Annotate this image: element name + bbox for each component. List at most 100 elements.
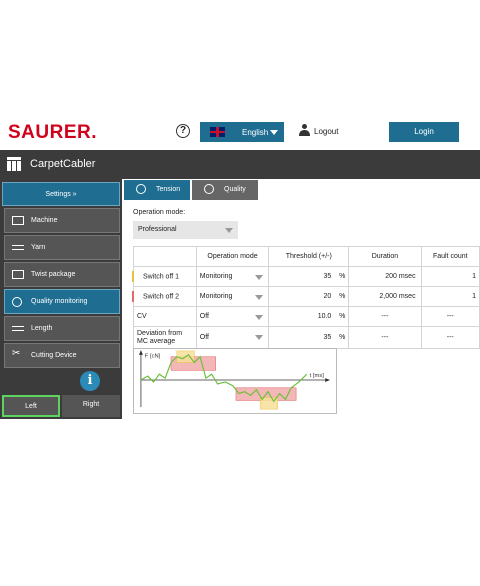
yarn-icon bbox=[12, 245, 24, 250]
yellow-marker-icon bbox=[132, 271, 134, 282]
duration-input[interactable]: --- bbox=[348, 306, 422, 327]
tab-quality[interactable]: Quality bbox=[192, 180, 258, 200]
login-button[interactable]: Login bbox=[389, 122, 459, 142]
duration-unit: msec bbox=[398, 293, 416, 300]
sidebar-item-label: Length bbox=[31, 325, 53, 332]
threshold-unit: % bbox=[339, 334, 346, 341]
fault-count-input[interactable]: 1 bbox=[420, 266, 480, 287]
sidebar-item-length[interactable]: Length bbox=[4, 316, 120, 341]
row-name: Switch off 2 bbox=[143, 293, 180, 301]
app-bar: CarpetCabler bbox=[0, 150, 480, 179]
duration-value: 200 bbox=[385, 273, 397, 280]
package-icon bbox=[12, 270, 24, 279]
operation-mode-value: Professional bbox=[138, 226, 177, 233]
sidebar-item-label: Cutting Device bbox=[31, 352, 77, 359]
sidebar-item-label: Quality monitoring bbox=[31, 298, 88, 305]
mode-select[interactable]: Off bbox=[195, 326, 270, 349]
user-icon[interactable] bbox=[299, 124, 310, 137]
chevron-down-icon bbox=[225, 228, 233, 233]
app-title: CarpetCabler bbox=[30, 158, 96, 170]
tension-diagram: F [cN] t [ms] bbox=[133, 348, 337, 414]
table-row: CV Off 10.0% --- --- bbox=[133, 306, 480, 327]
chevron-down-icon bbox=[255, 335, 264, 340]
chevron-down-icon bbox=[255, 315, 264, 320]
threshold-value: 35 bbox=[323, 273, 332, 280]
red-marker-icon bbox=[132, 291, 134, 302]
mode-value: Monitoring bbox=[199, 293, 233, 300]
main-content: Operation mode: Professional Operation m… bbox=[122, 201, 480, 419]
sidebar-item-yarn[interactable]: Yarn bbox=[4, 235, 120, 260]
duration-value: 2,000 bbox=[379, 293, 397, 300]
column-header: Fault count bbox=[420, 246, 480, 267]
app-grid-icon bbox=[7, 157, 21, 171]
y-axis-label: F [cN] bbox=[145, 354, 161, 360]
threshold-unit: % bbox=[339, 273, 346, 280]
column-header: Operation mode bbox=[195, 246, 270, 267]
table-row: Switch off 2 Monitoring 20% 2,000 msec 1 bbox=[132, 286, 480, 307]
length-icon bbox=[12, 326, 24, 331]
mode-select[interactable]: Monitoring bbox=[195, 286, 270, 307]
threshold-unit: % bbox=[339, 293, 346, 300]
info-icon[interactable]: i bbox=[80, 371, 100, 391]
monitoring-table: Operation mode Threshold (+/-) Duration … bbox=[132, 246, 480, 349]
threshold-unit: % bbox=[339, 313, 346, 320]
duration-unit: msec bbox=[398, 273, 416, 280]
operation-mode-select[interactable]: Professional bbox=[133, 221, 238, 239]
row-name: Switch off 1 bbox=[143, 273, 180, 281]
threshold-value: 10.0 bbox=[317, 313, 332, 320]
row-name: CV bbox=[137, 313, 147, 320]
column-header: Duration bbox=[348, 246, 422, 267]
row-name-cell: Switch off 1 bbox=[132, 266, 197, 287]
sidebar-item-label: Yarn bbox=[31, 244, 46, 251]
side-left-button[interactable]: Left bbox=[2, 395, 60, 417]
row-name: Deviation from MC average bbox=[137, 329, 183, 345]
mode-value: Monitoring bbox=[199, 273, 233, 280]
tab-tension[interactable]: Tension bbox=[124, 180, 190, 200]
scissors-icon: ✂ bbox=[12, 348, 21, 359]
tab-bar: Tension Quality bbox=[122, 179, 480, 201]
duration-input[interactable]: 200 msec bbox=[348, 266, 422, 287]
logout-link[interactable]: Logout bbox=[314, 127, 338, 136]
top-bar: SAURER. ? English Logout Login bbox=[0, 118, 480, 150]
fault-count-input[interactable]: --- bbox=[420, 306, 480, 327]
help-icon[interactable]: ? bbox=[176, 124, 190, 138]
quality-tab-icon bbox=[204, 184, 214, 194]
saurer-logo: SAURER. bbox=[8, 122, 98, 143]
threshold-input[interactable]: 35% bbox=[268, 326, 350, 349]
sidebar-item-twist-package[interactable]: Twist package bbox=[4, 262, 120, 287]
sidebar-item-cutting-device[interactable]: ✂ Cutting Device bbox=[4, 343, 120, 368]
chevron-down-icon bbox=[255, 295, 264, 300]
row-name-cell: Switch off 2 bbox=[132, 286, 197, 307]
settings-button[interactable]: Settings » bbox=[2, 182, 120, 206]
fault-count-input[interactable]: --- bbox=[420, 326, 480, 349]
table-header-row: Operation mode Threshold (+/-) Duration … bbox=[133, 246, 480, 267]
sidebar-item-label: Twist package bbox=[31, 271, 76, 278]
x-axis-label: t [ms] bbox=[310, 373, 325, 379]
sidebar-item-machine[interactable]: Machine bbox=[4, 208, 120, 233]
threshold-input[interactable]: 35% bbox=[268, 266, 350, 287]
side-right-button[interactable]: Right bbox=[62, 395, 120, 417]
y-axis-arrow-icon bbox=[139, 349, 143, 355]
threshold-input[interactable]: 10.0% bbox=[268, 306, 350, 327]
threshold-input[interactable]: 20% bbox=[268, 286, 350, 307]
row-name-cell: Deviation from MC average bbox=[133, 326, 197, 349]
chevron-down-icon bbox=[255, 275, 264, 280]
chevron-down-icon bbox=[270, 130, 278, 135]
mode-select[interactable]: Off bbox=[195, 306, 270, 327]
tab-label: Quality bbox=[224, 186, 246, 193]
column-header bbox=[133, 246, 197, 267]
language-selector[interactable]: English bbox=[200, 122, 284, 142]
duration-input[interactable]: 2,000 msec bbox=[348, 286, 422, 307]
duration-input[interactable]: --- bbox=[348, 326, 422, 349]
sidebar-item-quality-monitoring[interactable]: Quality monitoring bbox=[4, 289, 120, 314]
tab-label: Tension bbox=[156, 186, 181, 193]
mode-select[interactable]: Monitoring bbox=[195, 266, 270, 287]
sidebar-item-label: Machine bbox=[31, 217, 58, 224]
column-header: Threshold (+/-) bbox=[268, 246, 350, 267]
fault-count-input[interactable]: 1 bbox=[420, 286, 480, 307]
threshold-value: 35 bbox=[323, 334, 332, 341]
table-row: Switch off 1 Monitoring 35% 200 msec 1 bbox=[132, 266, 480, 287]
uk-flag-icon bbox=[210, 127, 225, 137]
sidebar: Settings » Machine Yarn Twist package Qu… bbox=[0, 179, 122, 419]
quality-icon bbox=[12, 297, 22, 307]
